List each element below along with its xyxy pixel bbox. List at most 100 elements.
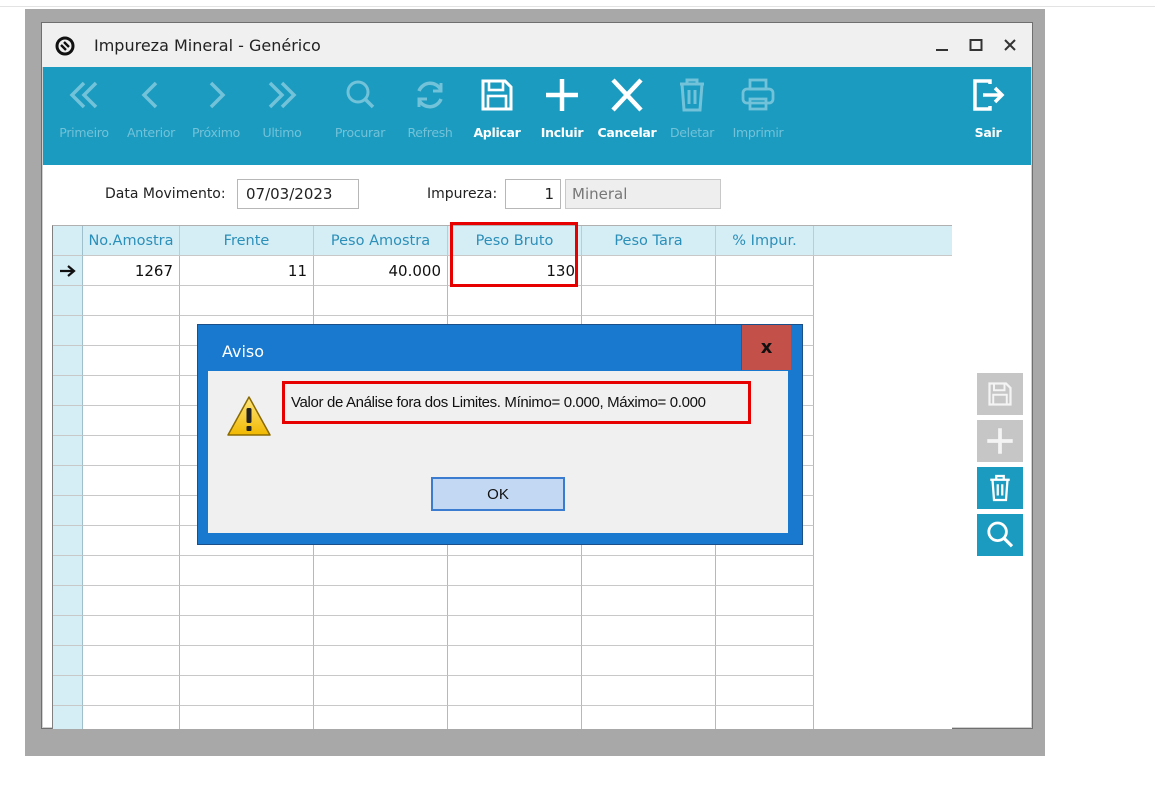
table-row[interactable]: [53, 646, 952, 676]
row-indicator[interactable]: [53, 256, 83, 286]
grid-cell[interactable]: [180, 706, 314, 729]
grid-cell[interactable]: [83, 556, 180, 586]
grid-cell[interactable]: [716, 646, 814, 676]
grid-cell[interactable]: [180, 556, 314, 586]
ultimo-button[interactable]: Ultimo: [251, 75, 313, 155]
close-window-button[interactable]: [994, 31, 1026, 59]
grid-cell[interactable]: [716, 556, 814, 586]
grid-cell[interactable]: [180, 286, 314, 316]
table-row[interactable]: [53, 616, 952, 646]
grid-cell[interactable]: [180, 646, 314, 676]
row-indicator[interactable]: [53, 646, 83, 676]
table-row[interactable]: [53, 706, 952, 729]
grid-cell[interactable]: [180, 586, 314, 616]
grid-cell[interactable]: [180, 616, 314, 646]
anterior-button[interactable]: Anterior: [120, 75, 182, 155]
row-indicator[interactable]: [53, 286, 83, 316]
grid-cell[interactable]: [582, 706, 716, 729]
table-row[interactable]: [53, 286, 952, 316]
grid-cell[interactable]: [83, 316, 180, 346]
row-indicator[interactable]: [53, 376, 83, 406]
row-indicator[interactable]: [53, 496, 83, 526]
dialog-close-button[interactable]: x: [741, 325, 791, 370]
deletar-button[interactable]: Deletar: [661, 75, 723, 155]
side-save-button[interactable]: [977, 373, 1023, 415]
table-row[interactable]: [53, 586, 952, 616]
grid-cell[interactable]: [180, 676, 314, 706]
cell-peso-amostra[interactable]: 40.000: [314, 256, 448, 286]
grid-cell[interactable]: [314, 586, 448, 616]
grid-cell[interactable]: [83, 346, 180, 376]
side-search-button[interactable]: [977, 514, 1023, 556]
row-indicator[interactable]: [53, 706, 83, 729]
grid-cell[interactable]: [448, 706, 582, 729]
grid-cell[interactable]: [448, 646, 582, 676]
ok-button[interactable]: OK: [431, 477, 565, 511]
grid-cell[interactable]: [448, 556, 582, 586]
grid-cell[interactable]: [83, 706, 180, 729]
row-indicator[interactable]: [53, 466, 83, 496]
header-no-amostra[interactable]: No.Amostra: [83, 226, 180, 256]
procurar-button[interactable]: Procurar: [328, 75, 392, 155]
grid-cell[interactable]: [314, 646, 448, 676]
grid-cell[interactable]: [716, 286, 814, 316]
grid-cell[interactable]: [716, 616, 814, 646]
grid-cell[interactable]: [716, 586, 814, 616]
grid-cell[interactable]: [582, 286, 716, 316]
grid-cell[interactable]: [83, 496, 180, 526]
grid-cell[interactable]: [448, 286, 582, 316]
grid-cell[interactable]: [83, 466, 180, 496]
cell-impur[interactable]: [716, 256, 814, 286]
grid-cell[interactable]: [314, 676, 448, 706]
sair-button[interactable]: Sair: [958, 75, 1018, 155]
table-row[interactable]: [53, 676, 952, 706]
row-indicator[interactable]: [53, 526, 83, 556]
grid-cell[interactable]: [582, 646, 716, 676]
grid-cell[interactable]: [83, 676, 180, 706]
header-frente[interactable]: Frente: [180, 226, 314, 256]
refresh-button[interactable]: Refresh: [398, 75, 462, 155]
grid-cell[interactable]: [582, 586, 716, 616]
side-add-button[interactable]: [977, 420, 1023, 462]
grid-cell[interactable]: [716, 706, 814, 729]
grid-cell[interactable]: [83, 586, 180, 616]
cell-no-amostra[interactable]: 1267: [83, 256, 180, 286]
row-indicator[interactable]: [53, 556, 83, 586]
row-indicator[interactable]: [53, 676, 83, 706]
grid-cell[interactable]: [83, 376, 180, 406]
table-row[interactable]: [53, 556, 952, 586]
impureza-code-field[interactable]: 1: [505, 179, 561, 209]
grid-cell[interactable]: [448, 586, 582, 616]
minimize-button[interactable]: [926, 31, 958, 59]
grid-cell[interactable]: [716, 676, 814, 706]
row-indicator[interactable]: [53, 406, 83, 436]
grid-cell[interactable]: [83, 616, 180, 646]
maximize-button[interactable]: [960, 31, 992, 59]
side-delete-button[interactable]: [977, 467, 1023, 509]
row-indicator[interactable]: [53, 616, 83, 646]
row-indicator[interactable]: [53, 346, 83, 376]
header-impur[interactable]: % Impur.: [716, 226, 814, 256]
cell-peso-tara[interactable]: [582, 256, 716, 286]
aplicar-button[interactable]: Aplicar: [465, 75, 529, 155]
cancelar-button[interactable]: Cancelar: [594, 75, 660, 155]
row-indicator[interactable]: [53, 316, 83, 346]
grid-cell[interactable]: [582, 616, 716, 646]
row-indicator[interactable]: [53, 586, 83, 616]
grid-cell[interactable]: [448, 616, 582, 646]
cell-frente[interactable]: 11: [180, 256, 314, 286]
grid-cell[interactable]: [314, 616, 448, 646]
grid-cell[interactable]: [582, 676, 716, 706]
grid-cell[interactable]: [314, 706, 448, 729]
proximo-button[interactable]: Próximo: [185, 75, 247, 155]
row-indicator[interactable]: [53, 436, 83, 466]
imprimir-button[interactable]: Imprimir: [725, 75, 791, 155]
grid-cell[interactable]: [83, 406, 180, 436]
grid-cell[interactable]: [83, 646, 180, 676]
grid-cell[interactable]: [83, 286, 180, 316]
header-peso-amostra[interactable]: Peso Amostra: [314, 226, 448, 256]
grid-cell[interactable]: [314, 286, 448, 316]
data-movimento-field[interactable]: 07/03/2023: [237, 179, 359, 209]
grid-cell[interactable]: [448, 676, 582, 706]
primeiro-button[interactable]: Primeiro: [53, 75, 115, 155]
